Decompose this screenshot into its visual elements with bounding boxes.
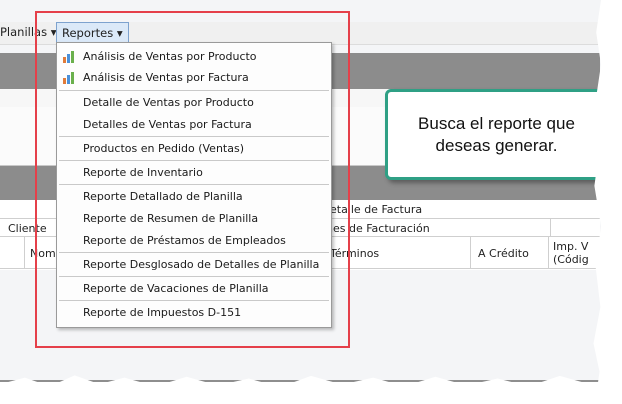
- column-a-credito: A Crédito: [478, 247, 529, 260]
- highlight-box: [35, 11, 350, 348]
- column-codigo: (Códig: [553, 253, 589, 266]
- callout-box: Busca el reporte que deseas generar.: [385, 89, 608, 180]
- column-imp-v: Imp. V: [553, 240, 589, 253]
- callout-text: Busca el reporte que deseas generar.: [418, 113, 575, 155]
- app-window: Planillas ▾ Reportes ▾ etalle de Factura…: [0, 0, 614, 382]
